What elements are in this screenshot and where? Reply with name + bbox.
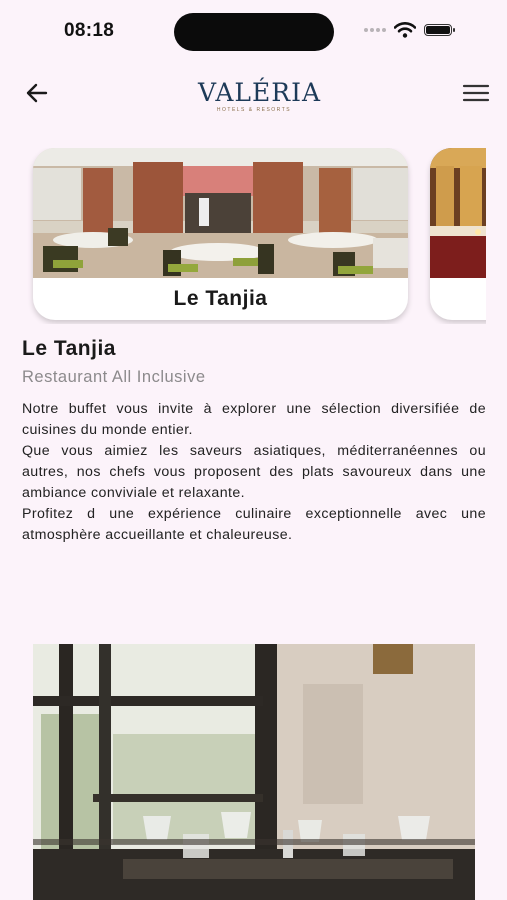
logo-sub-text: HOTELS & RESORTS xyxy=(216,107,292,113)
wifi-icon xyxy=(394,22,416,38)
status-icons xyxy=(364,22,455,38)
status-time: 08:18 xyxy=(64,20,115,41)
restaurant-card-label xyxy=(430,278,486,320)
restaurant-interior-photo xyxy=(33,644,475,900)
restaurant-title: Le Tanjia xyxy=(22,337,116,360)
restaurant-description: Notre buffet vous invite à explorer une … xyxy=(22,399,486,546)
restaurant-carousel[interactable]: Le Tanjia xyxy=(0,148,486,324)
description-paragraph: Profitez d une expérience culinaire exce… xyxy=(22,506,486,543)
restaurant-category: Restaurant All Inclusive xyxy=(22,368,206,386)
restaurant-photo xyxy=(33,148,408,278)
restaurant-photo xyxy=(430,148,486,278)
dynamic-island xyxy=(174,13,334,51)
restaurant-card-label: Le Tanjia xyxy=(173,287,268,310)
logo-main-text: VALÉRIA xyxy=(198,78,322,107)
back-arrow-icon[interactable] xyxy=(24,80,50,106)
battery-icon xyxy=(424,24,455,36)
description-paragraph: Notre buffet vous invite à explorer une … xyxy=(22,401,486,438)
restaurant-card-next[interactable] xyxy=(430,148,486,320)
description-paragraph: Que vous aimiez les saveurs asiatiques, … xyxy=(22,443,486,501)
cellular-signal-icon xyxy=(364,28,386,32)
hamburger-menu-icon[interactable] xyxy=(462,82,490,104)
restaurant-card-le-tanjia[interactable]: Le Tanjia xyxy=(33,148,408,320)
valeria-logo[interactable]: VALÉRIA HOTELS & RESORTS xyxy=(198,70,322,118)
